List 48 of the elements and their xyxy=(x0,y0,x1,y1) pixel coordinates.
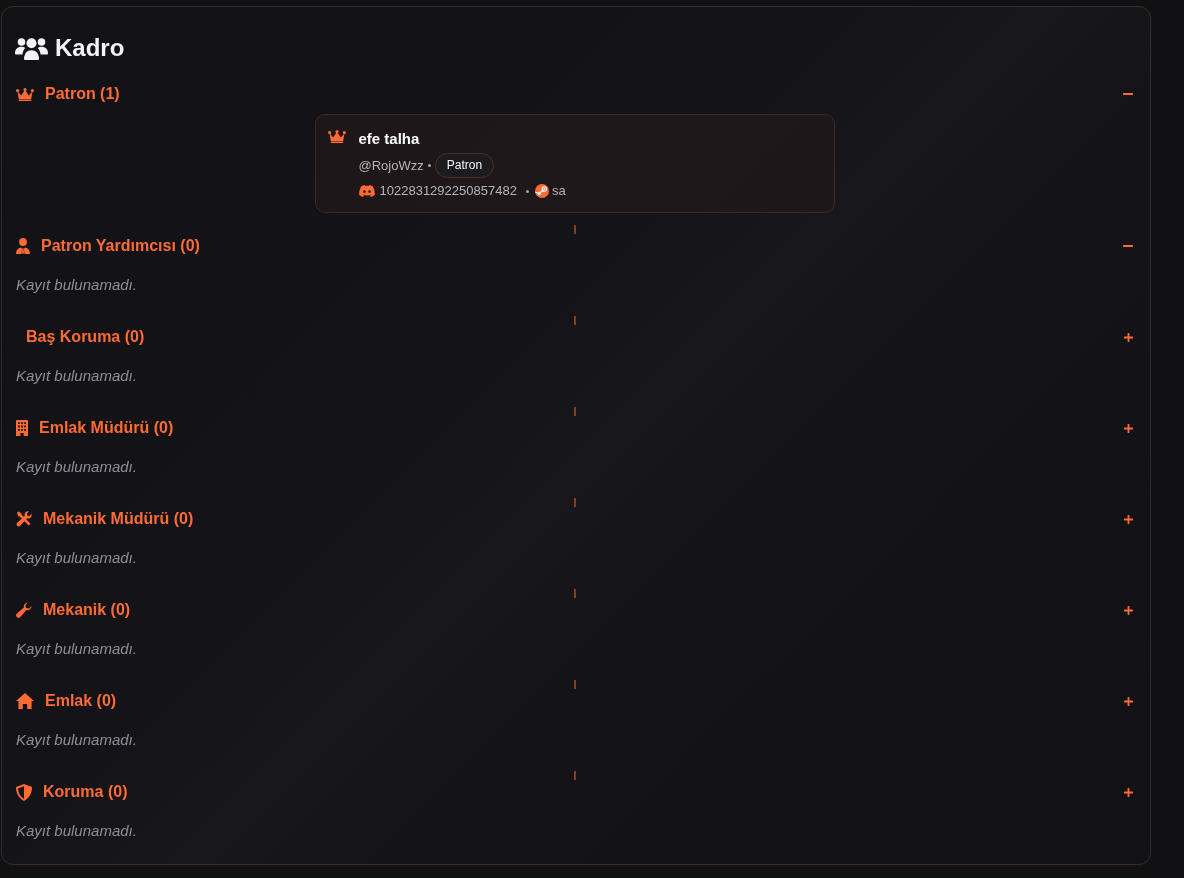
crown-icon xyxy=(327,130,346,143)
section-title: Patron (1) xyxy=(45,84,120,104)
plus-icon xyxy=(1124,423,1133,433)
person-icon xyxy=(16,238,30,254)
plus-icon xyxy=(1124,696,1133,706)
plus-icon xyxy=(1124,605,1133,615)
section-title: Patron Yardımcısı (0) xyxy=(41,236,200,256)
section-title: Baş Koruma (0) xyxy=(26,327,145,347)
empty-message: Kayıt bulunamadı. xyxy=(16,275,137,295)
member-name: efe talha xyxy=(358,129,420,149)
discord-icon xyxy=(358,185,375,197)
expand-button[interactable] xyxy=(1124,787,1133,797)
empty-message: Kayıt bulunamadı. xyxy=(16,548,137,568)
section-title: Emlak (0) xyxy=(45,691,117,711)
plus-icon xyxy=(1124,332,1133,342)
empty-message: Kayıt bulunamadı. xyxy=(16,639,137,659)
expand-button[interactable] xyxy=(1124,696,1133,706)
tools-icon xyxy=(16,511,32,527)
panel-title: Kadro xyxy=(55,33,125,63)
steam-icon xyxy=(534,184,549,198)
expand-button[interactable] xyxy=(1124,514,1133,524)
dot-icon xyxy=(427,164,431,167)
crown-icon xyxy=(16,87,34,101)
plus-icon xyxy=(1124,787,1133,797)
building-icon xyxy=(16,420,28,436)
section-title: Mekanik (0) xyxy=(43,600,131,620)
empty-message: Kayıt bulunamadı. xyxy=(16,457,137,477)
steam-name: sa xyxy=(551,182,566,200)
member-username: @RojoWzz xyxy=(358,156,424,175)
plus-icon xyxy=(1124,514,1133,524)
minus-icon xyxy=(1123,245,1133,247)
expand-button[interactable] xyxy=(1124,605,1133,615)
shield-icon xyxy=(16,783,32,801)
expand-button[interactable] xyxy=(1124,423,1133,433)
empty-message: Kayıt bulunamadı. xyxy=(16,730,137,750)
dot-icon xyxy=(525,189,529,193)
section-title: Koruma (0) xyxy=(43,782,128,802)
role-badge: Patron xyxy=(434,153,495,178)
section-title: Emlak Müdürü (0) xyxy=(39,418,174,438)
section-title: Mekanik Müdürü (0) xyxy=(43,509,194,529)
discord-id: 1022831292250857482 xyxy=(379,182,517,200)
wrench-icon xyxy=(16,602,32,618)
house-icon xyxy=(16,693,34,709)
empty-message: Kayıt bulunamadı. xyxy=(16,366,137,386)
users-icon xyxy=(15,36,48,60)
empty-message: Kayıt bulunamadı. xyxy=(16,821,137,841)
minus-icon xyxy=(1123,93,1133,95)
expand-button[interactable] xyxy=(1124,332,1133,342)
